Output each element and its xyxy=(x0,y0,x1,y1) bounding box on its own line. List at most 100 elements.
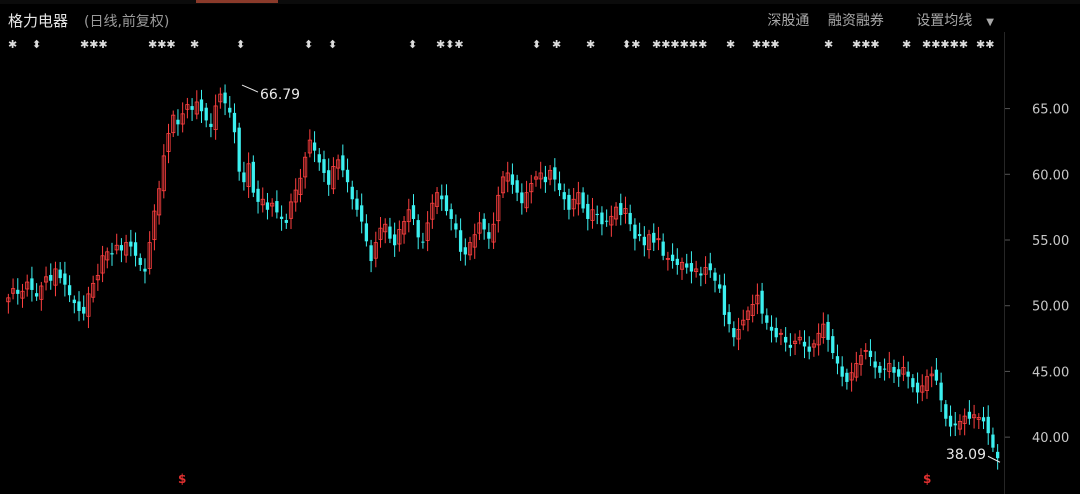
candle[interactable] xyxy=(11,278,16,300)
candle[interactable] xyxy=(293,178,298,212)
candle[interactable] xyxy=(444,184,449,216)
candle[interactable] xyxy=(82,295,86,321)
candle[interactable] xyxy=(434,187,440,215)
candle[interactable] xyxy=(991,427,995,452)
candle[interactable] xyxy=(190,98,194,121)
candle[interactable] xyxy=(713,267,717,293)
candle[interactable] xyxy=(72,295,76,314)
candle[interactable] xyxy=(510,163,515,194)
candle[interactable] xyxy=(284,213,288,229)
candle[interactable] xyxy=(863,343,868,360)
candle[interactable] xyxy=(581,187,585,213)
candle[interactable] xyxy=(430,194,435,229)
candle[interactable] xyxy=(303,152,308,189)
candle[interactable] xyxy=(619,193,623,226)
candle[interactable] xyxy=(646,229,652,259)
candle[interactable] xyxy=(972,404,977,429)
candle[interactable] xyxy=(614,202,619,226)
candle[interactable] xyxy=(213,94,218,140)
candle[interactable] xyxy=(986,405,990,445)
candle[interactable] xyxy=(53,261,58,297)
candle[interactable] xyxy=(505,161,510,193)
candle[interactable] xyxy=(265,192,270,220)
candle[interactable] xyxy=(882,358,887,381)
candle[interactable] xyxy=(223,84,227,116)
dividend-marker-1[interactable]: $ xyxy=(178,472,186,486)
candle[interactable] xyxy=(661,233,665,261)
candle[interactable] xyxy=(722,273,727,327)
candle[interactable] xyxy=(807,336,811,360)
candle[interactable] xyxy=(656,226,661,251)
candle[interactable] xyxy=(948,405,953,437)
candle[interactable] xyxy=(138,253,142,272)
candle[interactable] xyxy=(665,251,670,271)
candle[interactable] xyxy=(110,242,114,266)
candle[interactable] xyxy=(774,317,778,343)
candle[interactable] xyxy=(6,293,11,314)
candle[interactable] xyxy=(34,283,39,301)
candle[interactable] xyxy=(161,144,166,199)
candle[interactable] xyxy=(25,274,30,297)
candle[interactable] xyxy=(797,330,802,345)
candle[interactable] xyxy=(944,400,948,427)
candle[interactable] xyxy=(171,110,176,138)
candle[interactable] xyxy=(440,184,444,211)
candle[interactable] xyxy=(873,351,877,379)
candle[interactable] xyxy=(185,97,190,119)
candle[interactable] xyxy=(331,157,336,195)
candle[interactable] xyxy=(360,193,364,234)
candle[interactable] xyxy=(858,348,864,376)
candle[interactable] xyxy=(802,330,807,359)
candle[interactable] xyxy=(694,260,699,278)
candle[interactable] xyxy=(600,206,604,236)
candle[interactable] xyxy=(454,214,458,238)
candle[interactable] xyxy=(336,154,341,180)
candle[interactable] xyxy=(63,261,67,297)
candle[interactable] xyxy=(317,148,321,171)
candle[interactable] xyxy=(590,197,595,229)
candle[interactable] xyxy=(642,226,646,257)
candle[interactable] xyxy=(411,194,416,226)
candle[interactable] xyxy=(100,245,105,283)
candle[interactable] xyxy=(821,312,826,344)
candle[interactable] xyxy=(124,234,129,263)
candle[interactable] xyxy=(393,222,397,257)
candle[interactable] xyxy=(49,263,53,290)
candle[interactable] xyxy=(322,150,326,183)
candle[interactable] xyxy=(369,239,373,273)
candle[interactable] xyxy=(242,161,246,191)
candle[interactable] xyxy=(251,155,255,198)
candle[interactable] xyxy=(553,158,557,192)
candle[interactable] xyxy=(595,205,599,225)
candle[interactable] xyxy=(524,180,529,213)
candle[interactable] xyxy=(43,266,49,291)
candle[interactable] xyxy=(39,281,44,311)
candle[interactable] xyxy=(421,232,425,249)
candle[interactable] xyxy=(209,113,213,138)
candle[interactable] xyxy=(364,214,369,247)
candle[interactable] xyxy=(957,414,963,436)
candle[interactable] xyxy=(487,223,491,249)
candle[interactable] xyxy=(868,339,873,367)
candle[interactable] xyxy=(703,256,708,284)
candle[interactable] xyxy=(176,109,180,136)
candle[interactable] xyxy=(218,87,223,109)
candle[interactable] xyxy=(95,263,100,291)
candle[interactable] xyxy=(482,213,486,240)
candle[interactable] xyxy=(628,204,632,232)
candle[interactable] xyxy=(496,186,501,233)
candle[interactable] xyxy=(237,122,241,181)
candle[interactable] xyxy=(133,232,138,267)
candle[interactable] xyxy=(166,123,171,164)
candle[interactable] xyxy=(816,323,821,356)
candle[interactable] xyxy=(402,216,407,244)
candle[interactable] xyxy=(887,351,892,379)
candle[interactable] xyxy=(760,282,764,324)
candle[interactable] xyxy=(929,366,934,388)
candle[interactable] xyxy=(562,183,566,210)
candle[interactable] xyxy=(275,190,279,219)
candle[interactable] xyxy=(981,406,986,430)
candle[interactable] xyxy=(920,374,925,402)
candle[interactable] xyxy=(788,333,793,357)
candle[interactable] xyxy=(543,165,548,193)
